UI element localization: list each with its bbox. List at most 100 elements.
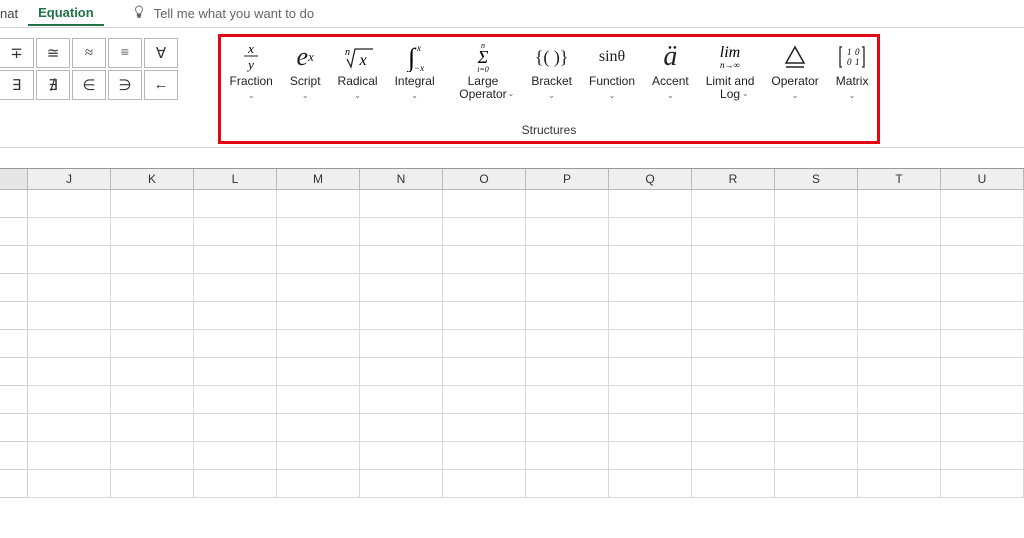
- cell[interactable]: [775, 414, 858, 442]
- cell[interactable]: [194, 386, 277, 414]
- cell[interactable]: [111, 414, 194, 442]
- cell[interactable]: [941, 302, 1024, 330]
- row-header[interactable]: [0, 470, 28, 498]
- cell[interactable]: [111, 442, 194, 470]
- cell[interactable]: [194, 302, 277, 330]
- function-button[interactable]: sinθ Function ⌄: [587, 41, 637, 100]
- row-header[interactable]: [0, 386, 28, 414]
- cell[interactable]: [194, 274, 277, 302]
- cell[interactable]: [194, 470, 277, 498]
- integral-button[interactable]: ∫x−x Integral ⌄: [393, 41, 437, 100]
- cell[interactable]: [858, 302, 941, 330]
- symbol-btn[interactable]: ∃: [0, 70, 34, 100]
- cell[interactable]: [277, 274, 360, 302]
- cell[interactable]: [28, 190, 111, 218]
- cell[interactable]: [277, 218, 360, 246]
- cell[interactable]: [111, 330, 194, 358]
- cell[interactable]: [111, 302, 194, 330]
- symbol-btn[interactable]: ∄: [36, 70, 70, 100]
- limit-log-button[interactable]: limn→∞ Limit and Log ⌄: [704, 41, 757, 98]
- cell[interactable]: [609, 442, 692, 470]
- cell[interactable]: [28, 358, 111, 386]
- cell[interactable]: [775, 330, 858, 358]
- cell[interactable]: [775, 274, 858, 302]
- cell[interactable]: [28, 274, 111, 302]
- cell[interactable]: [775, 218, 858, 246]
- cell[interactable]: [360, 218, 443, 246]
- cell[interactable]: [526, 302, 609, 330]
- cell[interactable]: [858, 470, 941, 498]
- cell[interactable]: [692, 470, 775, 498]
- cell[interactable]: [277, 442, 360, 470]
- cell[interactable]: [692, 302, 775, 330]
- column-header[interactable]: J: [28, 169, 111, 189]
- cell[interactable]: [941, 190, 1024, 218]
- cell[interactable]: [277, 246, 360, 274]
- column-header[interactable]: K: [111, 169, 194, 189]
- column-header[interactable]: Q: [609, 169, 692, 189]
- cell[interactable]: [941, 414, 1024, 442]
- symbol-btn[interactable]: ∓: [0, 38, 34, 68]
- cell[interactable]: [858, 442, 941, 470]
- cell[interactable]: [609, 302, 692, 330]
- cell[interactable]: [277, 302, 360, 330]
- cell[interactable]: [692, 358, 775, 386]
- cell[interactable]: [111, 358, 194, 386]
- cell[interactable]: [194, 246, 277, 274]
- operator-button[interactable]: Operator ⌄: [769, 41, 820, 100]
- cell[interactable]: [858, 414, 941, 442]
- cell[interactable]: [443, 246, 526, 274]
- cell[interactable]: [277, 358, 360, 386]
- cell[interactable]: [775, 386, 858, 414]
- cell[interactable]: [609, 190, 692, 218]
- cell[interactable]: [443, 442, 526, 470]
- cell[interactable]: [858, 274, 941, 302]
- cell[interactable]: [609, 330, 692, 358]
- cell[interactable]: [28, 218, 111, 246]
- script-button[interactable]: ex Script ⌄: [288, 41, 323, 100]
- column-header[interactable]: P: [526, 169, 609, 189]
- cell[interactable]: [194, 358, 277, 386]
- cell[interactable]: [609, 470, 692, 498]
- column-header[interactable]: M: [277, 169, 360, 189]
- cell[interactable]: [692, 386, 775, 414]
- cell[interactable]: [775, 442, 858, 470]
- cell[interactable]: [775, 246, 858, 274]
- cell[interactable]: [277, 414, 360, 442]
- cell[interactable]: [941, 330, 1024, 358]
- cell[interactable]: [526, 358, 609, 386]
- cell[interactable]: [28, 386, 111, 414]
- cell[interactable]: [775, 190, 858, 218]
- cell[interactable]: [941, 358, 1024, 386]
- cell[interactable]: [609, 246, 692, 274]
- cell[interactable]: [360, 302, 443, 330]
- cell[interactable]: [526, 190, 609, 218]
- cell[interactable]: [526, 386, 609, 414]
- tell-me-search[interactable]: Tell me what you want to do: [132, 5, 314, 22]
- tab-partial[interactable]: nat: [0, 2, 28, 25]
- cell[interactable]: [28, 442, 111, 470]
- symbol-btn[interactable]: ←: [144, 70, 178, 100]
- cell[interactable]: [858, 386, 941, 414]
- cell[interactable]: [443, 386, 526, 414]
- cell[interactable]: [609, 358, 692, 386]
- cell[interactable]: [775, 470, 858, 498]
- row-header[interactable]: [0, 302, 28, 330]
- fraction-button[interactable]: xy Fraction ⌄: [228, 41, 275, 100]
- row-header[interactable]: [0, 274, 28, 302]
- cell[interactable]: [360, 470, 443, 498]
- column-header[interactable]: T: [858, 169, 941, 189]
- cell[interactable]: [526, 442, 609, 470]
- column-header[interactable]: N: [360, 169, 443, 189]
- cell[interactable]: [277, 470, 360, 498]
- cell[interactable]: [609, 218, 692, 246]
- cell[interactable]: [692, 218, 775, 246]
- cell[interactable]: [194, 190, 277, 218]
- row-header[interactable]: [0, 218, 28, 246]
- cell[interactable]: [692, 190, 775, 218]
- cell[interactable]: [194, 218, 277, 246]
- cell[interactable]: [443, 274, 526, 302]
- cell[interactable]: [28, 414, 111, 442]
- cell[interactable]: [111, 386, 194, 414]
- cell[interactable]: [277, 386, 360, 414]
